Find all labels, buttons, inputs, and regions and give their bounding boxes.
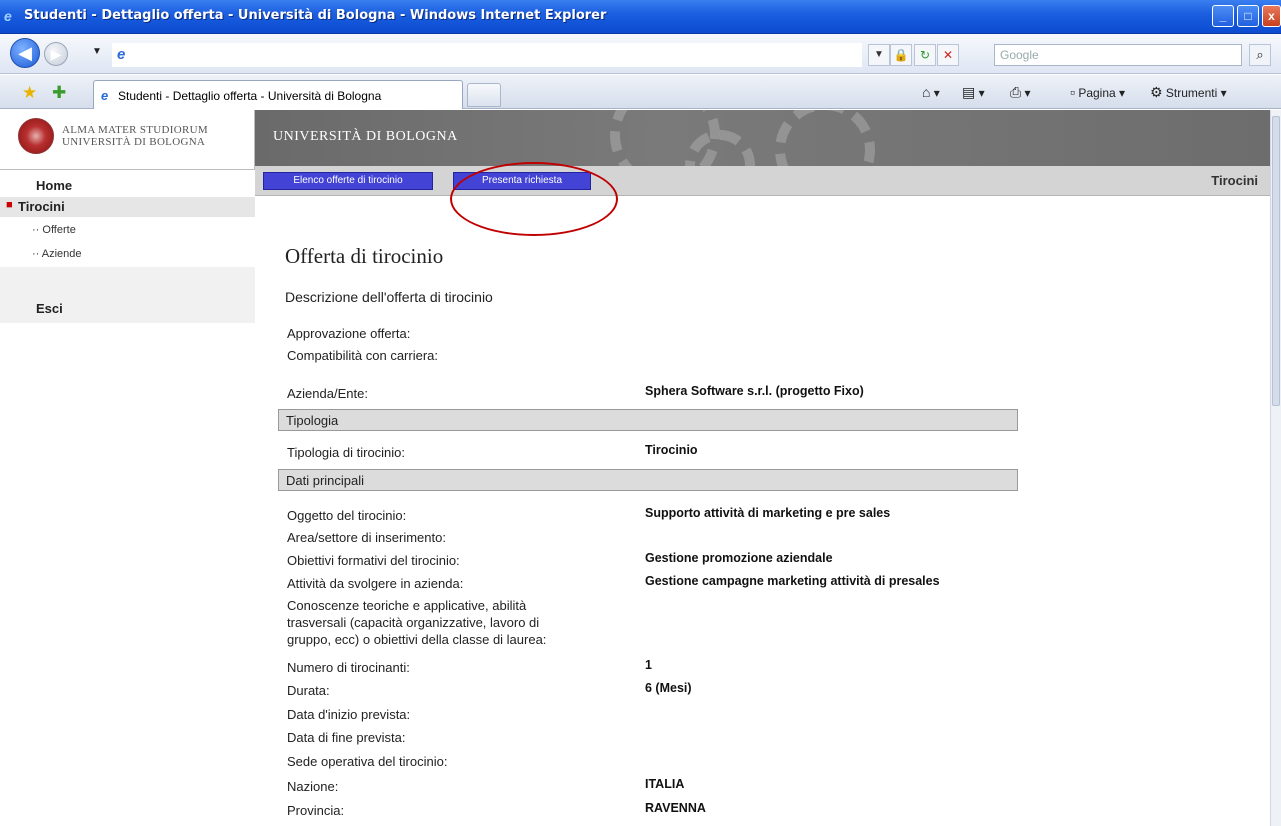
tools-menu-label: Strumenti (1165, 86, 1218, 100)
row-label: Data d'inizio prevista: (287, 707, 411, 722)
logo-line2: UNIVERSITÀ DI BOLOGNA (62, 136, 206, 148)
site-banner: UNIVERSITÀ DI BOLOGNA (255, 110, 1270, 166)
row-value: Supporto attività di marketing e pre sal… (645, 506, 891, 520)
row-value: 1 (645, 658, 652, 672)
back-button[interactable]: ◀ (10, 38, 40, 68)
row-value: Tirocinio (645, 443, 698, 457)
row-value: Gestione promozione aziendale (645, 551, 833, 565)
section-label: Tirocini (1211, 173, 1258, 188)
vertical-scrollbar[interactable] (1270, 110, 1281, 826)
ie-logo-icon: e (4, 8, 12, 24)
page-menu-label: Pagina (1078, 86, 1116, 100)
row-label: Area/settore di inserimento: (287, 530, 446, 545)
row-value: RAVENNA (645, 801, 706, 815)
sidebar-item-tirocini-label: Tirocini (18, 199, 65, 214)
add-favorite-icon[interactable]: ✚ (52, 83, 66, 103)
forward-button[interactable]: ▶ (44, 42, 68, 66)
row-value: Gestione campagne marketing attività di … (645, 574, 940, 588)
row-label: Approvazione offerta: (287, 326, 411, 341)
row-label: Sede operativa del tirocinio: (287, 754, 448, 769)
tools-menu[interactable]: ⚙ Strumenti ▾ (1150, 84, 1227, 101)
row-label: Conoscenze teoriche e applicative, abili… (287, 598, 527, 613)
sidebar: Home ■ Tirocini ·· Offerte ·· Aziende Es… (0, 170, 255, 826)
row-label: Numero di tirocinanti: (287, 660, 410, 675)
section-header: Tipologia (278, 409, 1018, 431)
page-viewport: ALMA MATER STUDIORUM UNIVERSITÀ DI BOLOG… (0, 110, 1270, 826)
logo-line1: ALMA MATER STUDIORUM (62, 124, 208, 136)
page-subtitle: Descrizione dell'offerta di tirocinio (285, 289, 493, 305)
refresh-icon[interactable]: ↻ (914, 44, 936, 66)
minimize-button[interactable]: _ (1212, 5, 1234, 27)
highlight-annotation (450, 162, 618, 236)
print-icon[interactable]: ⎙ ▾ (1010, 84, 1031, 101)
page-menu[interactable]: ▫ Pagina ▾ (1070, 84, 1125, 100)
row-label: Provincia: (287, 803, 345, 818)
favorites-star-icon[interactable]: ★ (22, 83, 37, 103)
sidebar-item-tirocini[interactable]: ■ Tirocini (0, 197, 255, 217)
window-titlebar: e Studenti - Dettaglio offerta - Univers… (0, 0, 1281, 34)
row-value: Sphera Software s.r.l. (progetto Fixo) (645, 384, 864, 398)
address-input[interactable]: e (112, 43, 862, 67)
section-header: Dati principali (278, 469, 1018, 491)
scrollbar-thumb[interactable] (1272, 116, 1280, 406)
row-label: Compatibilità con carriera: (287, 348, 439, 363)
university-seal-icon (18, 118, 54, 154)
window-title: Studenti - Dettaglio offerta - Universit… (24, 8, 607, 23)
row-value: 6 (Mesi) (645, 681, 692, 695)
top-navigation: Elenco offerte di tirocinio Presenta ric… (255, 166, 1270, 196)
sidebar-item-offerte[interactable]: ·· Offerte (32, 224, 76, 236)
row-label: Nazione: (287, 779, 339, 794)
home-icon[interactable]: ⌂ ▾ (922, 84, 940, 100)
row-label: gruppo, ecc) o obiettivi della classe di… (287, 632, 547, 647)
sidebar-item-aziende[interactable]: ·· Aziende (32, 248, 82, 260)
feeds-icon[interactable]: ▤ ▾ (962, 84, 985, 101)
tab-title: Studenti - Dettaglio offerta - Universit… (118, 89, 382, 103)
bullet-icon: ■ (6, 199, 13, 211)
sidebar-item-home[interactable]: Home (36, 178, 72, 193)
tab-toolbar: ★ ✚ e Studenti - Dettaglio offerta - Uni… (0, 75, 1281, 109)
row-label: Durata: (287, 683, 330, 698)
history-dropdown-icon[interactable]: ▼ (92, 46, 102, 57)
elenco-offerte-button[interactable]: Elenco offerte di tirocinio (263, 172, 433, 190)
row-label: Tipologia di tirocinio: (287, 445, 406, 460)
row-label: Oggetto del tirocinio: (287, 508, 407, 523)
address-dropdown-icon[interactable]: ▼ (868, 44, 890, 66)
row-label: Attività da svolgere in azienda: (287, 576, 464, 591)
address-toolbar: ◀ ▶ ▼ e ▼ 🔒 ↻ ✕ Google ⌕ (0, 34, 1281, 74)
tab-page-icon: e (101, 88, 109, 103)
tab-active[interactable]: e Studenti - Dettaglio offerta - Univers… (93, 80, 463, 109)
page-title: Offerta di tirocinio (285, 244, 444, 268)
close-button[interactable]: x (1262, 5, 1281, 27)
lock-icon[interactable]: 🔒 (890, 44, 912, 66)
row-label: Data di fine prevista: (287, 730, 406, 745)
maximize-button[interactable]: □ (1237, 5, 1259, 27)
gear-decoration-icon (775, 110, 875, 166)
search-input[interactable]: Google (994, 44, 1242, 66)
sidebar-item-esci[interactable]: Esci (36, 301, 63, 316)
row-label: Azienda/Ente: (287, 386, 368, 401)
new-tab-button[interactable] (467, 83, 501, 107)
page-icon: e (117, 46, 126, 63)
row-label: trasversali (capacità organizzative, lav… (287, 615, 540, 630)
row-value: ITALIA (645, 777, 685, 791)
stop-icon[interactable]: ✕ (937, 44, 959, 66)
row-label: Obiettivi formativi del tirocinio: (287, 553, 460, 568)
banner-title: UNIVERSITÀ DI BOLOGNA (273, 129, 458, 144)
search-icon[interactable]: ⌕ (1249, 44, 1271, 66)
university-logo[interactable]: ALMA MATER STUDIORUM UNIVERSITÀ DI BOLOG… (0, 110, 255, 170)
